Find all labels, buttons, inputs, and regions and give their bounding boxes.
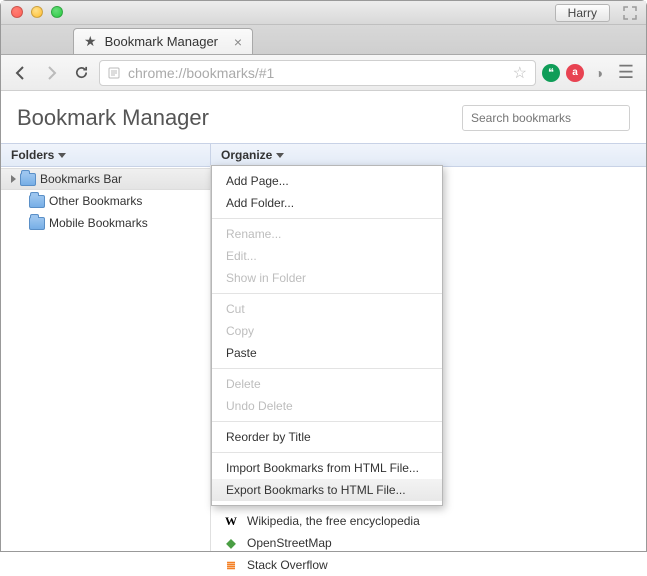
page-icon (108, 67, 120, 79)
pocket-extension-icon[interactable]: a (566, 64, 584, 82)
bookmarks-list: Add Page...Add Folder... Rename...Edit...… (211, 165, 646, 551)
menu-separator (212, 293, 442, 294)
close-window-button[interactable] (11, 6, 23, 18)
site-favicon: ≣ (223, 557, 239, 573)
window-titlebar: Harry (1, 1, 646, 25)
star-icon: ★ (84, 33, 97, 50)
sidebar-item-mobile-bookmarks[interactable]: Mobile Bookmarks (1, 212, 210, 234)
chevron-down-icon (58, 153, 66, 158)
bookmark-label: Stack Overflow (247, 558, 328, 572)
menu-item: Copy (212, 320, 442, 342)
menu-item[interactable]: Add Page... (212, 170, 442, 192)
folders-sidebar: Bookmarks Bar Other Bookmarks Mobile Boo… (1, 165, 211, 551)
menu-item[interactable]: Import Bookmarks from HTML File... (212, 457, 442, 479)
browser-toolbar: chrome://bookmarks/#1 ☆ ❝ a ◑ ☰ (1, 55, 646, 91)
bookmark-label: Wikipedia, the free encyclopedia (247, 514, 420, 528)
page-title: Bookmark Manager (17, 105, 462, 131)
menu-item: Show in Folder (212, 267, 442, 289)
folder-icon (29, 217, 45, 230)
profile-button[interactable]: Harry (555, 4, 610, 22)
menu-item[interactable]: Reorder by Title (212, 426, 442, 448)
folders-column-header[interactable]: Folders (1, 144, 211, 166)
browser-tab[interactable]: ★ Bookmark Manager × (73, 28, 253, 54)
menu-item: Delete (212, 373, 442, 395)
sidebar-item-label: Bookmarks Bar (40, 172, 122, 186)
site-favicon: ◆ (223, 535, 239, 551)
bookmark-row[interactable]: W Wikipedia, the free encyclopedia (211, 510, 646, 532)
menu-separator (212, 218, 442, 219)
organize-menu-button[interactable]: Organize (211, 144, 294, 166)
chevron-down-icon (276, 153, 284, 158)
extension-icon[interactable]: ◑ (590, 64, 608, 82)
organize-label: Organize (221, 148, 272, 162)
menu-item: Rename... (212, 223, 442, 245)
menu-item[interactable]: Paste (212, 342, 442, 364)
menu-separator (212, 452, 442, 453)
sidebar-item-label: Mobile Bookmarks (49, 216, 148, 230)
bookmark-label: OpenStreetMap (247, 536, 332, 550)
sidebar-item-label: Other Bookmarks (49, 194, 142, 208)
folder-icon (20, 173, 36, 186)
search-input[interactable] (462, 105, 630, 131)
body-columns: Bookmarks Bar Other Bookmarks Mobile Boo… (1, 165, 646, 551)
url-text: chrome://bookmarks/#1 (128, 65, 274, 81)
sidebar-item-other-bookmarks[interactable]: Other Bookmarks (1, 190, 210, 212)
disclosure-triangle-icon[interactable] (11, 175, 16, 183)
menu-separator (212, 421, 442, 422)
window-traffic-lights (11, 6, 63, 18)
back-button[interactable] (9, 61, 33, 85)
bookmark-row[interactable]: ≣ Stack Overflow (211, 554, 646, 576)
menu-item: Undo Delete (212, 395, 442, 417)
minimize-window-button[interactable] (31, 6, 43, 18)
menu-separator (212, 368, 442, 369)
bookmark-row[interactable]: ◆ OpenStreetMap (211, 532, 646, 554)
folder-icon (29, 195, 45, 208)
sidebar-item-bookmarks-bar[interactable]: Bookmarks Bar (1, 168, 210, 190)
menu-item[interactable]: Add Folder... (212, 192, 442, 214)
close-tab-icon[interactable]: × (234, 34, 242, 50)
profile-name: Harry (568, 6, 597, 20)
tab-title: Bookmark Manager (105, 34, 218, 49)
site-favicon: W (223, 513, 239, 529)
chrome-menu-button[interactable]: ☰ (614, 61, 638, 85)
zoom-window-button[interactable] (51, 6, 63, 18)
fullscreen-icon[interactable] (622, 5, 638, 21)
page-content: Bookmark Manager Folders Organize Bookma… (1, 91, 646, 551)
organize-dropdown: Add Page...Add Folder... Rename...Edit...… (211, 165, 443, 506)
menu-item: Edit... (212, 245, 442, 267)
columns-header: Folders Organize (1, 143, 646, 167)
bookmark-star-icon[interactable]: ☆ (513, 63, 527, 83)
reload-button[interactable] (69, 61, 93, 85)
forward-button[interactable] (39, 61, 63, 85)
address-bar[interactable]: chrome://bookmarks/#1 ☆ (99, 60, 536, 86)
hangouts-extension-icon[interactable]: ❝ (542, 64, 560, 82)
folders-label: Folders (11, 148, 54, 162)
tab-strip: ★ Bookmark Manager × (1, 25, 646, 55)
page-header: Bookmark Manager (1, 91, 646, 143)
menu-item: Cut (212, 298, 442, 320)
menu-item[interactable]: Export Bookmarks to HTML File... (212, 479, 442, 501)
